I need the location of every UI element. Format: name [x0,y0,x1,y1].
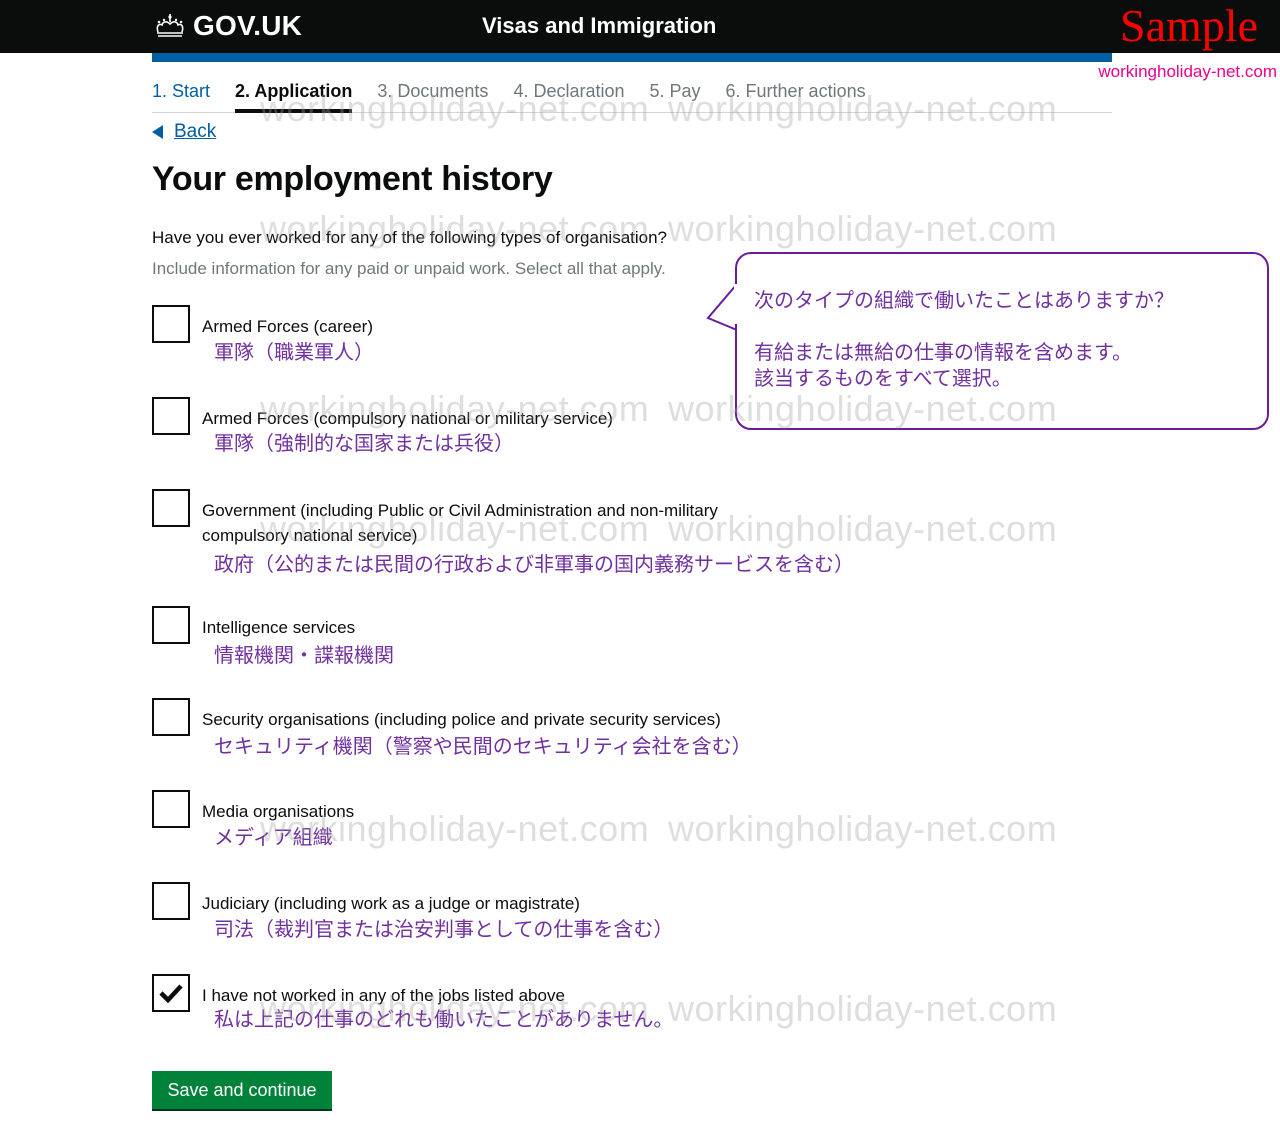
checkbox-label[interactable]: Government (including Public or Civil Ad… [202,498,782,548]
checkbox-translation: 軍隊（職業軍人） [214,342,374,364]
step-pay: 5. Pay [649,81,701,101]
checkbox-translation: 政府（公的または民間の行政および非軍事の国内義務サービスを含む） [214,554,854,576]
back-arrow-icon [152,125,163,139]
checkmark-icon [159,984,183,1004]
callout-tail-mask [734,284,740,324]
header-blue-bar [152,53,1112,62]
callout-line-2: 有給または無給の仕事の情報を含めます。 [754,342,1132,364]
checkbox-translation: 軍隊（強制的な国家または兵役） [214,433,514,455]
progress-steps: 1. Start 2. Application 3. Documents 4. … [152,80,1112,113]
checkbox-translation: 司法（裁判官または治安判事としての仕事を含む） [214,919,674,941]
checkbox[interactable] [152,305,190,343]
watermark-text: workingholiday-net.com [668,988,1058,1029]
checkbox[interactable] [152,397,190,435]
watermark-text: workingholiday-net.com [668,808,1058,849]
step-further-actions: 6. Further actions [725,81,866,101]
checkbox[interactable] [152,882,190,920]
govuk-logo[interactable]: GOV.UK [153,10,302,42]
callout-line-1: 次のタイプの組織で働いたことはありますか？ [754,290,1174,312]
back-link-label: Back [174,121,217,142]
checkbox-label[interactable]: Security organisations (including police… [202,707,721,732]
service-name[interactable]: Visas and Immigration [482,13,716,39]
checkbox[interactable] [152,606,190,644]
step-declaration: 4. Declaration [513,81,625,101]
watermark-text: workingholiday-net.com [668,208,1058,249]
checkbox-translation: 私は上記の仕事のどれも働いたことがありません。 [214,1009,674,1031]
sample-stamp: Sample [1120,0,1258,51]
step-application: 2. Application [235,80,353,113]
callout-line-3: 該当するものをすべて選択。 [754,368,1012,390]
save-and-continue-button[interactable]: Save and continue [152,1071,332,1109]
site-watermark-link: workingholiday-net.com [1098,62,1277,81]
checkbox[interactable] [152,790,190,828]
checkbox[interactable] [152,489,190,527]
site-header: GOV.UK Visas and Immigration Sample [0,0,1280,53]
logo-text: GOV.UK [193,10,303,41]
checkbox-checked[interactable] [152,974,190,1012]
callout-text: 次のタイプの組織で働いたことはありますか？ 有給または無給の仕事の情報を含めます… [754,288,1174,392]
back-link[interactable]: Back [152,121,216,143]
step-documents: 3. Documents [377,81,489,101]
checkbox-translation: セキュリティ機関（警察や民間のセキュリティ会社を含む） [214,736,752,758]
question-legend: Have you ever worked for any of the foll… [152,228,668,247]
checkbox-translation: メディア組織 [214,827,333,849]
checkbox-label[interactable]: Intelligence services [202,615,355,640]
step-start[interactable]: 1. Start [152,80,210,112]
crown-icon [156,14,184,37]
checkbox[interactable] [152,698,190,736]
page-title: Your employment history [152,160,553,198]
checkbox-translation: 情報機関・諜報機関 [214,645,394,667]
question-hint: Include information for any paid or unpa… [152,259,666,278]
